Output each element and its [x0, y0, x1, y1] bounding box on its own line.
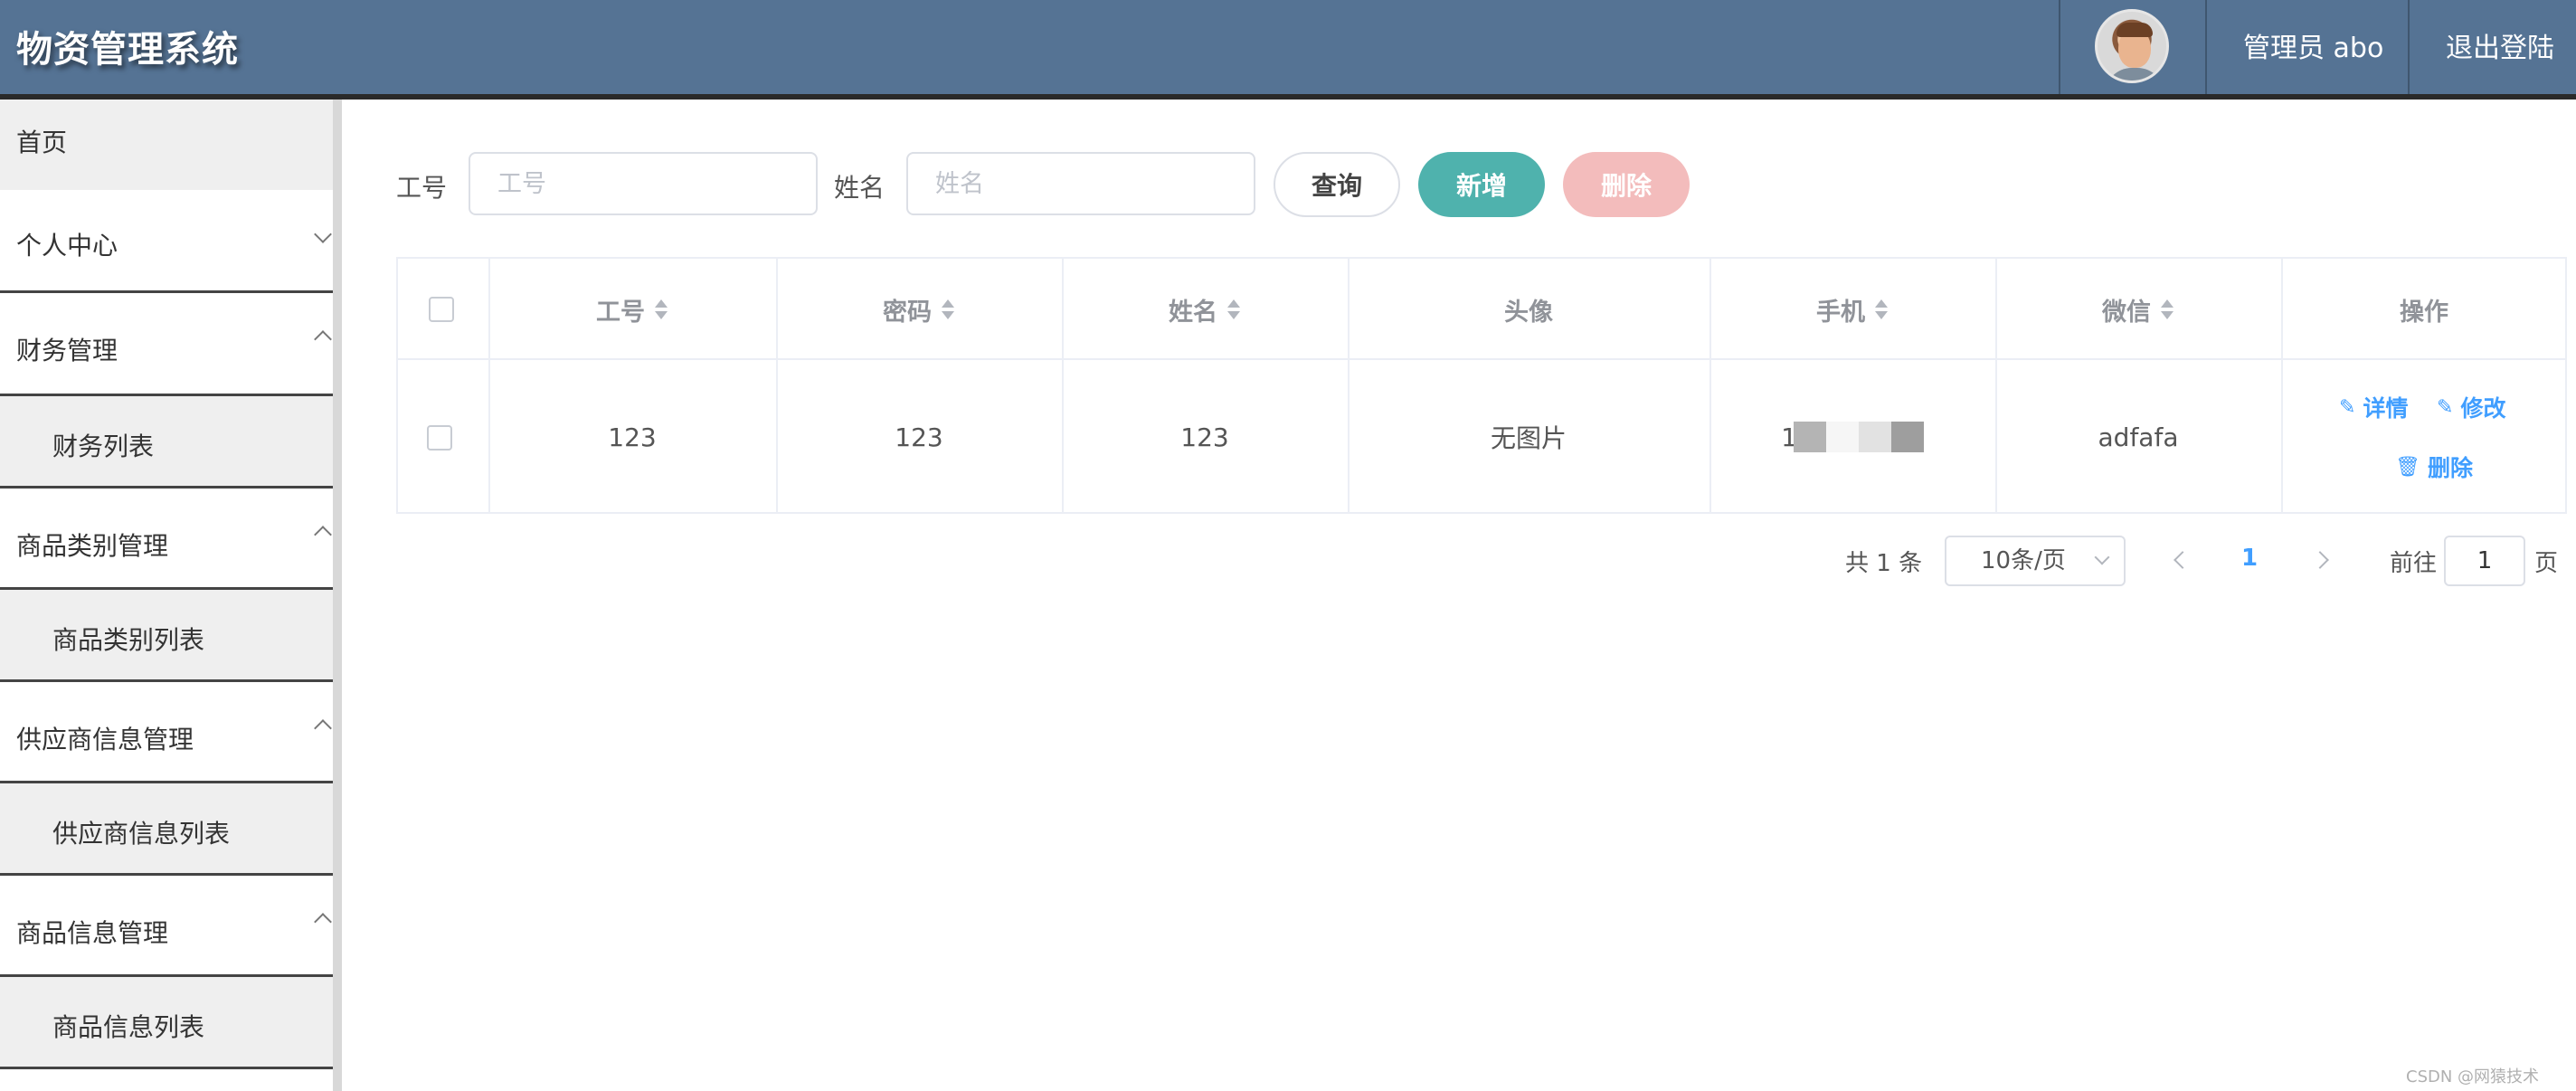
phone-redacted-block — [1793, 422, 1826, 452]
user-avatar[interactable] — [2095, 9, 2169, 83]
delete-link-label: 删除 — [2427, 455, 2473, 481]
sort-icon[interactable] — [2160, 299, 2174, 320]
chevron-up-icon — [314, 913, 332, 931]
row-checkbox[interactable] — [427, 425, 452, 451]
column-header-avatar: 头像 — [1348, 259, 1709, 360]
prev-page-button[interactable] — [2174, 551, 2192, 569]
sidebar-item-category[interactable]: 商品类别管理 — [0, 489, 333, 590]
chevron-down-icon — [314, 225, 332, 243]
edit-pencil-icon: ✎ — [2339, 395, 2356, 419]
cell-password: 123 — [895, 422, 943, 452]
sidebar-item-label: 财务管理 — [16, 336, 118, 365]
logout-button[interactable]: 退出登陆 — [2446, 25, 2554, 65]
column-header-label: 微信 — [2102, 298, 2151, 327]
chevron-up-icon — [314, 719, 332, 737]
app-title: 物资管理系统 — [16, 29, 239, 71]
top-header: 物资管理系统 管理员 abo 退出登陆 — [0, 0, 2576, 100]
chevron-up-icon — [314, 526, 332, 544]
detail-link-label: 详情 — [2363, 395, 2409, 422]
column-header-label: 操作 — [2400, 298, 2448, 327]
cell-name: 123 — [1180, 422, 1229, 452]
sidebar-item-label: 财务列表 — [52, 432, 155, 461]
header-divider — [2408, 0, 2410, 94]
page-size-select[interactable]: 10条/页 — [1945, 536, 2126, 586]
sidebar-item-label: 商品类别管理 — [16, 531, 169, 561]
current-user-label: 管理员 abo — [2243, 33, 2384, 64]
sort-icon[interactable] — [1874, 299, 1889, 320]
watermark: CSDN @网猿技术 — [2406, 1067, 2540, 1086]
edit-pencil-icon: ✎ — [2437, 395, 2454, 419]
sidebar-item-label: 供应商信息管理 — [16, 725, 194, 754]
sidebar-item-label: 商品信息列表 — [52, 1012, 205, 1042]
sidebar-item-supplier-list[interactable]: 供应商信息列表 — [0, 783, 333, 876]
column-header-label: 密码 — [883, 298, 932, 327]
search-id-label: 工号 — [396, 173, 448, 203]
sidebar-item-goods-info[interactable]: 商品信息管理 — [0, 876, 333, 977]
search-name-label: 姓名 — [834, 173, 886, 203]
cell-id: 123 — [608, 422, 657, 452]
sidebar-item-finance-list[interactable]: 财务列表 — [0, 396, 333, 489]
column-header-label: 头像 — [1504, 298, 1553, 327]
cell-avatar: 无图片 — [1490, 423, 1567, 453]
cell-wechat: adfafa — [2098, 422, 2179, 452]
trash-icon: 🗑 — [2395, 455, 2420, 479]
phone-redacted-block — [1825, 422, 1859, 452]
header-divider — [2205, 0, 2207, 94]
data-table: 工号 密码 姓名 头像 手机 微信 操作 123 123 123 无图片 1 a… — [396, 257, 2567, 514]
sidebar-item-category-list[interactable]: 商品类别列表 — [0, 590, 333, 682]
column-header-label: 工号 — [596, 298, 645, 327]
query-button[interactable]: 查询 — [1274, 152, 1400, 217]
sidebar: 首页 个人中心 财务管理 财务列表 商品类别管理 商品类别列表 供应商信息管理 … — [0, 100, 333, 1091]
header-divider — [2059, 0, 2060, 94]
sidebar-item-personal-center[interactable]: 个人中心 — [0, 190, 333, 293]
sort-icon[interactable] — [654, 299, 668, 320]
sidebar-item-label: 个人中心 — [16, 231, 118, 261]
goto-label: 前往 — [2390, 550, 2438, 577]
sidebar-item-finance[interactable]: 财务管理 — [0, 293, 333, 396]
select-all-checkbox[interactable] — [429, 297, 454, 322]
next-page-button[interactable] — [2311, 551, 2329, 569]
delete-link[interactable]: 🗑 删除 — [2395, 451, 2473, 483]
search-name-input[interactable] — [906, 152, 1255, 215]
chevron-up-icon — [314, 330, 332, 348]
edit-link-label: 修改 — [2460, 395, 2506, 422]
page-size-value: 10条/页 — [1981, 547, 2066, 574]
add-button[interactable]: 新增 — [1418, 152, 1545, 217]
column-header-id[interactable]: 工号 — [488, 259, 776, 360]
column-header-password[interactable]: 密码 — [776, 259, 1062, 360]
batch-delete-button[interactable]: 删除 — [1563, 152, 1690, 217]
avatar-shirt — [2105, 68, 2164, 81]
column-header-phone[interactable]: 手机 — [1709, 259, 1995, 360]
page-suffix-label: 页 — [2534, 550, 2559, 577]
column-header-label: 姓名 — [1169, 298, 1217, 327]
pagination-total: 共 1 条 — [1845, 550, 1923, 577]
detail-link[interactable]: ✎ 详情 — [2339, 391, 2408, 423]
sidebar-item-label: 商品类别列表 — [52, 625, 205, 655]
edit-link[interactable]: ✎ 修改 — [2437, 391, 2505, 423]
sort-icon[interactable] — [941, 299, 955, 320]
sidebar-item-goods-info-list[interactable]: 商品信息列表 — [0, 977, 333, 1069]
avatar-hair — [2117, 23, 2153, 37]
sidebar-item-label: 首页 — [16, 128, 68, 157]
current-page-number[interactable]: 1 — [2241, 545, 2258, 572]
column-header-wechat[interactable]: 微信 — [1995, 259, 2281, 360]
sidebar-item-supplier[interactable]: 供应商信息管理 — [0, 682, 333, 783]
column-header-label: 手机 — [1816, 298, 1865, 327]
sidebar-item-label: 供应商信息列表 — [52, 819, 231, 849]
sort-icon[interactable] — [1226, 299, 1241, 320]
column-header-name[interactable]: 姓名 — [1062, 259, 1348, 360]
search-id-input[interactable] — [469, 152, 818, 215]
column-header-actions: 操作 — [2281, 259, 2567, 360]
phone-redacted-block — [1858, 422, 1891, 452]
sidebar-item-label: 商品信息管理 — [16, 918, 169, 948]
chevron-down-icon — [2094, 549, 2110, 565]
sidebar-item-home[interactable]: 首页 — [0, 100, 333, 190]
goto-page-input[interactable] — [2444, 536, 2525, 586]
sidebar-scrollbar[interactable] — [333, 100, 342, 1091]
phone-redacted-block — [1890, 422, 1924, 452]
cell-phone: 1 — [1709, 362, 1995, 512]
